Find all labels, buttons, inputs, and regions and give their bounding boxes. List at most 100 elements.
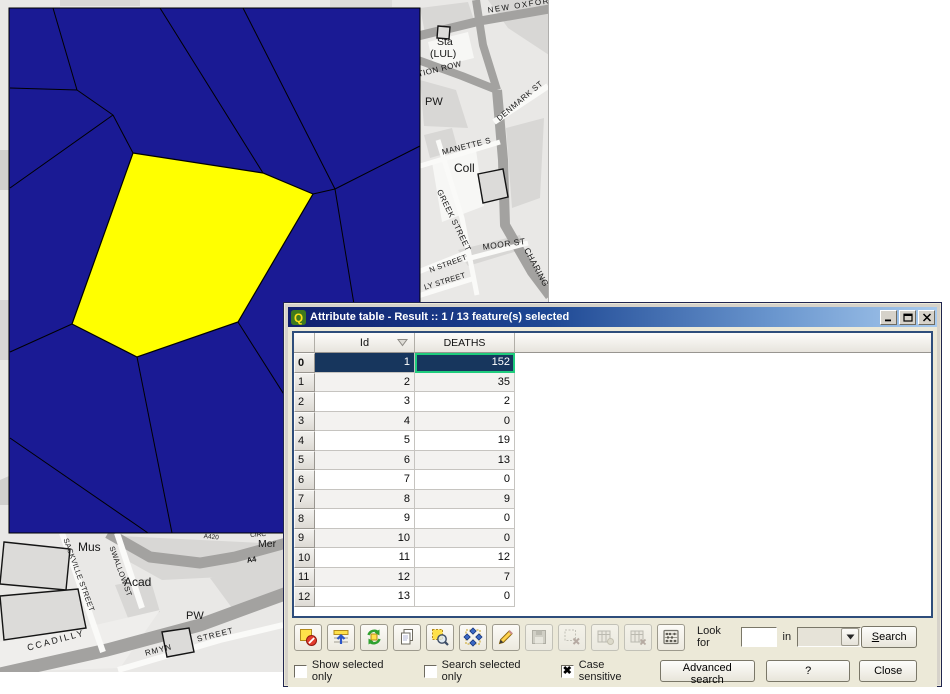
table-row[interactable]: 9100 [294,529,931,549]
id-cell[interactable]: 1 [315,353,415,373]
row-number-cell[interactable]: 1 [294,373,315,393]
row-number-cell[interactable]: 8 [294,509,315,529]
id-cell[interactable]: 12 [315,568,415,588]
row-number-cell[interactable]: 9 [294,529,315,549]
id-cell[interactable]: 6 [315,451,415,471]
chevron-down-icon[interactable] [841,628,859,646]
row-number-cell[interactable]: 0 [294,353,315,373]
row-number-cell[interactable]: 12 [294,587,315,607]
checkbox-search-selected-only[interactable]: Search selected only [424,659,543,683]
checkbox-label: Show selected only [312,659,406,683]
look-for-input[interactable] [741,627,777,647]
deaths-cell[interactable]: 13 [415,451,515,471]
row-number-cell[interactable]: 5 [294,451,315,471]
unchecked-checkbox-icon[interactable] [424,665,437,678]
dialog-titlebar[interactable]: Q Attribute table - Result :: 1 / 13 fea… [288,307,937,327]
checkbox-show-selected-only[interactable]: Show selected only [294,659,406,683]
column-header-deaths[interactable]: DEATHS [415,333,515,353]
copy-selected-rows-button[interactable] [393,624,421,651]
invert-selection-button[interactable] [360,624,388,651]
move-selection-to-top-icon [331,627,351,647]
delete-column-icon [628,627,648,647]
deaths-cell[interactable]: 7 [415,568,515,588]
field-combobox[interactable] [797,627,861,647]
deaths-cell[interactable]: 35 [415,373,515,393]
checkbox-case-sensitive[interactable]: ✖ Case sensitive [561,659,650,683]
checkbox-label: Search selected only [442,659,543,683]
deaths-cell[interactable]: 9 [415,490,515,510]
checkbox-label: Case sensitive [579,659,650,683]
pan-to-selection-button[interactable] [459,624,487,651]
deaths-cell[interactable]: 0 [415,412,515,432]
row-number-cell[interactable]: 4 [294,431,315,451]
id-cell[interactable]: 7 [315,470,415,490]
table-row[interactable]: 232 [294,392,931,412]
unchecked-checkbox-icon[interactable] [294,665,307,678]
footer-checkboxes: Show selected only Search selected only ✖ C… [294,659,650,683]
close-icon[interactable] [918,310,935,325]
id-cell[interactable]: 13 [315,587,415,607]
table-row[interactable]: 1235 [294,373,931,393]
deaths-cell[interactable]: 0 [415,470,515,490]
id-cell[interactable]: 2 [315,373,415,393]
table-row[interactable]: 340 [294,412,931,432]
id-cell[interactable]: 10 [315,529,415,549]
row-number-cell[interactable]: 2 [294,392,315,412]
attribute-table-dialog: Q Attribute table - Result :: 1 / 13 fea… [283,302,942,687]
look-for-label: Look for [697,625,735,649]
table-row[interactable]: 12130 [294,587,931,607]
advanced-search-button[interactable]: Advanced search [660,660,755,682]
delete-column-button [624,624,652,651]
table-row[interactable]: 789 [294,490,931,510]
table-row[interactable]: 5613 [294,451,931,471]
close-dialog-button[interactable]: Close [859,660,917,682]
new-column-button [591,624,619,651]
new-column-icon [595,627,615,647]
table-row[interactable]: 670 [294,470,931,490]
move-selection-to-top-button[interactable] [327,624,355,651]
field-calculator-button[interactable] [657,624,685,651]
svg-text:Q: Q [294,312,303,325]
maximize-button[interactable] [899,310,916,325]
column-header-filler [515,333,931,353]
row-number-cell[interactable]: 7 [294,490,315,510]
row-number-cell[interactable]: 11 [294,568,315,588]
id-cell[interactable]: 4 [315,412,415,432]
row-number-cell[interactable]: 6 [294,470,315,490]
deaths-cell[interactable]: 0 [415,529,515,549]
minimize-button[interactable] [880,310,897,325]
invert-selection-icon [364,627,384,647]
row-number-cell[interactable]: 3 [294,412,315,432]
copy-selected-rows-icon [397,627,417,647]
table-row[interactable]: 890 [294,509,931,529]
deaths-cell[interactable]: 0 [415,587,515,607]
zoom-to-selection-button[interactable] [426,624,454,651]
table-corner-cell[interactable] [294,333,315,353]
deaths-cell[interactable]: 152 [415,353,515,373]
id-cell[interactable]: 8 [315,490,415,510]
search-button[interactable]: Search [861,626,917,648]
toggle-editing-button[interactable] [492,624,520,651]
help-button[interactable]: ? [766,660,850,682]
row-number-cell[interactable]: 10 [294,548,315,568]
id-cell[interactable]: 3 [315,392,415,412]
table-row[interactable]: 11127 [294,568,931,588]
unselect-all-button[interactable] [294,624,322,651]
id-cell[interactable]: 11 [315,548,415,568]
table-row[interactable]: 4519 [294,431,931,451]
save-edits-icon [529,627,549,647]
id-cell[interactable]: 9 [315,509,415,529]
unselect-all-icon [298,627,318,647]
table-row[interactable]: 01152 [294,353,931,373]
pan-to-selection-icon [463,627,483,647]
id-cell[interactable]: 5 [315,431,415,451]
deaths-cell[interactable]: 19 [415,431,515,451]
deaths-cell[interactable]: 0 [415,509,515,529]
table-row[interactable]: 101112 [294,548,931,568]
checked-checkbox-icon[interactable]: ✖ [561,665,574,678]
deaths-cell[interactable]: 2 [415,392,515,412]
table-header-row: Id DEATHS [294,333,931,353]
delete-selected-button [558,624,586,651]
column-header-id[interactable]: Id [315,333,415,353]
deaths-cell[interactable]: 12 [415,548,515,568]
